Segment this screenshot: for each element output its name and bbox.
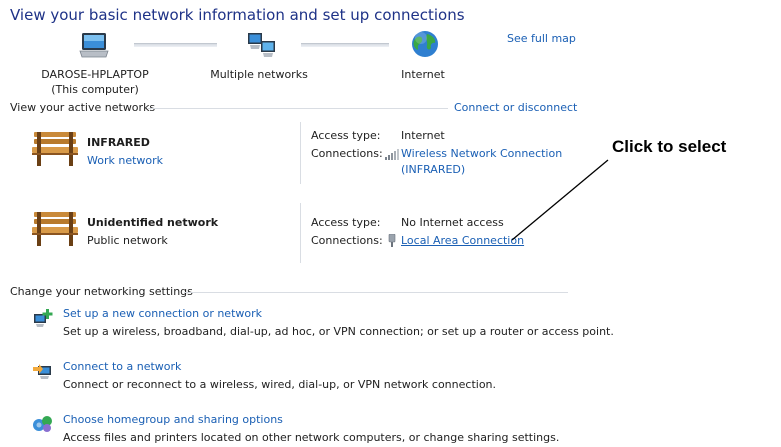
change-settings-heading: Change your networking settings [10,285,193,298]
new-connection-icon [32,308,54,328]
setup-new-connection-link[interactable]: Set up a new connection or network [63,307,262,320]
homegroup-icon [32,413,54,433]
homegroup-sharing-desc: Access files and printers located on oth… [63,431,560,444]
setup-new-connection-desc: Set up a wireless, broadband, dial-up, a… [63,325,614,338]
connect-to-network-desc: Connect or reconnect to a wireless, wire… [63,378,497,391]
connect-network-icon [32,361,54,381]
change-settings-divider [184,292,568,293]
connect-to-network-link[interactable]: Connect to a network [63,360,181,373]
homegroup-sharing-link[interactable]: Choose homegroup and sharing options [63,413,283,426]
